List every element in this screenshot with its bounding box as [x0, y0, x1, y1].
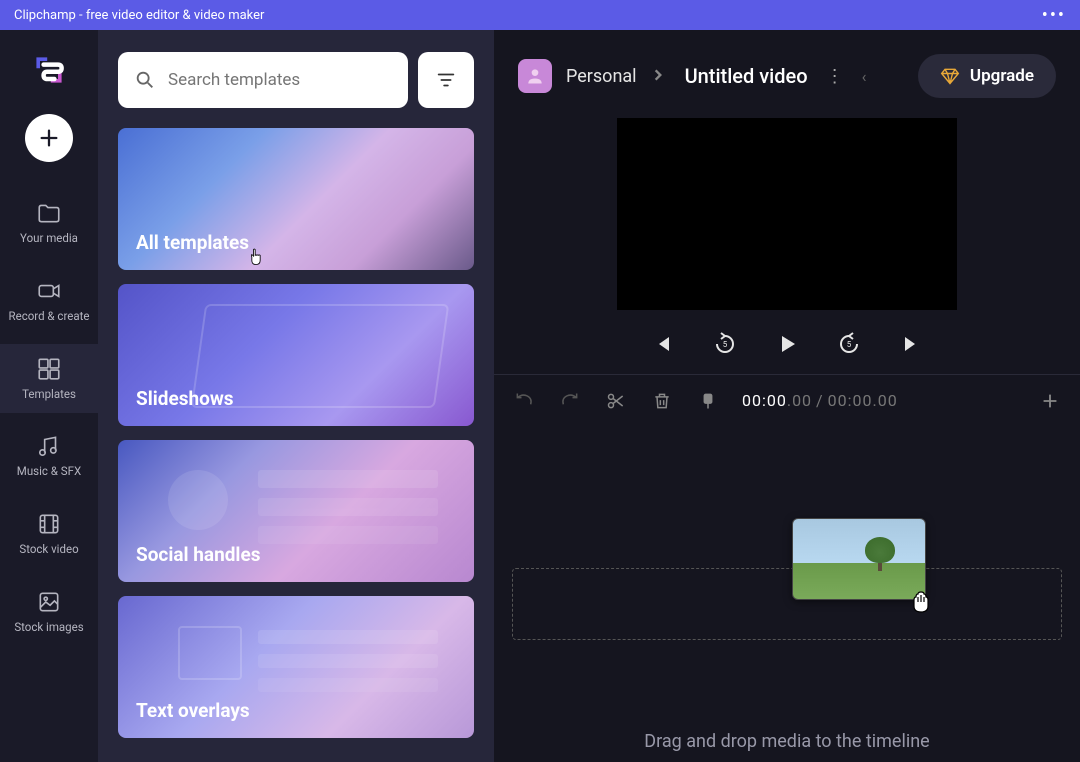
- timeline-dropzone[interactable]: [512, 568, 1062, 640]
- skip-start-button[interactable]: [649, 330, 677, 358]
- card-title: Social handles: [136, 543, 260, 566]
- nav-record-create[interactable]: Record & create: [0, 266, 98, 336]
- filter-button[interactable]: [418, 52, 474, 108]
- scissors-icon: [606, 391, 626, 411]
- skip-next-icon: [899, 332, 923, 356]
- titlebar-menu-button[interactable]: •••: [1042, 5, 1066, 26]
- nav-templates[interactable]: Templates: [0, 344, 98, 414]
- filter-icon: [435, 69, 457, 91]
- playhead-marker[interactable]: [696, 389, 720, 413]
- folder-icon: [36, 200, 62, 226]
- nav-your-media[interactable]: Your media: [0, 188, 98, 258]
- nav-label: Stock images: [14, 621, 83, 635]
- search-box[interactable]: [118, 52, 408, 108]
- timeline-toolbar: 00:00.00/00:00.00: [494, 374, 1080, 426]
- timecode: 00:00.00/00:00.00: [742, 391, 898, 411]
- play-icon: [775, 332, 799, 356]
- drop-hint-text: Drag and drop media to the timeline: [494, 731, 1080, 752]
- playback-controls: 5 5: [494, 310, 1080, 374]
- nav-stock-images[interactable]: Stock images: [0, 577, 98, 647]
- preview-area: [494, 118, 1080, 310]
- nav-label: Music & SFX: [17, 465, 81, 479]
- clipchamp-logo-icon: [31, 52, 67, 88]
- templates-icon: [36, 356, 62, 382]
- project-title[interactable]: Untitled video: [685, 64, 808, 88]
- templates-panel: All templates Slideshows Social handles …: [98, 30, 494, 762]
- timeline-body[interactable]: Drag and drop media to the timeline: [494, 426, 1080, 762]
- tree-graphic: [865, 537, 895, 571]
- forward-5-icon: 5: [837, 332, 861, 356]
- template-card-slideshows[interactable]: Slideshows: [118, 284, 474, 426]
- timecode-total-frac: .00: [873, 391, 898, 410]
- chevron-right-icon: [651, 67, 665, 86]
- undo-button[interactable]: [512, 389, 536, 413]
- card-title: All templates: [136, 231, 249, 254]
- skip-previous-icon: [651, 332, 675, 356]
- main-area: Personal Untitled video ⋮ ‹ Upgrade 5 5: [494, 30, 1080, 762]
- search-icon: [134, 69, 156, 91]
- trash-icon: [652, 391, 672, 411]
- nav-label: Your media: [20, 232, 78, 246]
- workspace-avatar[interactable]: [518, 59, 552, 93]
- plus-icon: [1039, 390, 1061, 412]
- template-card-all[interactable]: All templates: [118, 128, 474, 270]
- upgrade-label: Upgrade: [970, 66, 1034, 86]
- workspace-name[interactable]: Personal: [566, 66, 637, 87]
- svg-text:5: 5: [847, 340, 852, 349]
- timecode-current: 00:00: [742, 391, 787, 410]
- rewind-5-icon: 5: [713, 332, 737, 356]
- play-button[interactable]: [773, 330, 801, 358]
- nav-label: Templates: [22, 388, 76, 402]
- skip-end-button[interactable]: [897, 330, 925, 358]
- diamond-icon: [940, 66, 960, 86]
- overflow-indicator: ‹: [862, 67, 868, 86]
- add-button[interactable]: [25, 114, 73, 162]
- camera-icon: [36, 278, 62, 304]
- redo-icon: [560, 391, 580, 411]
- music-icon: [36, 433, 62, 459]
- side-nav: Your media Record & create Templates Mus…: [0, 30, 98, 762]
- undo-icon: [514, 391, 534, 411]
- card-title: Text overlays: [136, 699, 250, 722]
- dragged-media-thumbnail[interactable]: [792, 518, 926, 600]
- timecode-separator: /: [812, 391, 828, 410]
- template-cards: All templates Slideshows Social handles …: [118, 128, 474, 738]
- add-track-button[interactable]: [1038, 389, 1062, 413]
- marker-icon: [699, 391, 717, 411]
- delete-button[interactable]: [650, 389, 674, 413]
- template-card-social-handles[interactable]: Social handles: [118, 440, 474, 582]
- person-icon: [525, 66, 545, 86]
- search-input[interactable]: [168, 70, 392, 90]
- video-preview[interactable]: [617, 118, 957, 310]
- project-menu-button[interactable]: ⋮: [822, 66, 848, 87]
- svg-text:5: 5: [723, 340, 728, 349]
- redo-button[interactable]: [558, 389, 582, 413]
- rewind-button[interactable]: 5: [711, 330, 739, 358]
- timecode-total: 00:00: [828, 391, 873, 410]
- split-button[interactable]: [604, 389, 628, 413]
- pointer-cursor-icon: [246, 246, 266, 268]
- image-icon: [36, 589, 62, 615]
- titlebar: Clipchamp - free video editor & video ma…: [0, 0, 1080, 30]
- plus-icon: [38, 127, 60, 149]
- grab-cursor-icon: [908, 590, 934, 614]
- template-card-text-overlays[interactable]: Text overlays: [118, 596, 474, 738]
- nav-music-sfx[interactable]: Music & SFX: [0, 421, 98, 491]
- timecode-current-frac: .00: [787, 391, 812, 410]
- forward-button[interactable]: 5: [835, 330, 863, 358]
- nav-label: Stock video: [19, 543, 78, 557]
- upgrade-button[interactable]: Upgrade: [918, 54, 1056, 98]
- nav-stock-video[interactable]: Stock video: [0, 499, 98, 569]
- film-icon: [36, 511, 62, 537]
- card-title: Slideshows: [136, 387, 234, 410]
- app-logo[interactable]: [27, 48, 71, 92]
- top-bar: Personal Untitled video ⋮ ‹ Upgrade: [494, 30, 1080, 118]
- nav-label: Record & create: [9, 310, 90, 324]
- titlebar-text: Clipchamp - free video editor & video ma…: [14, 8, 264, 23]
